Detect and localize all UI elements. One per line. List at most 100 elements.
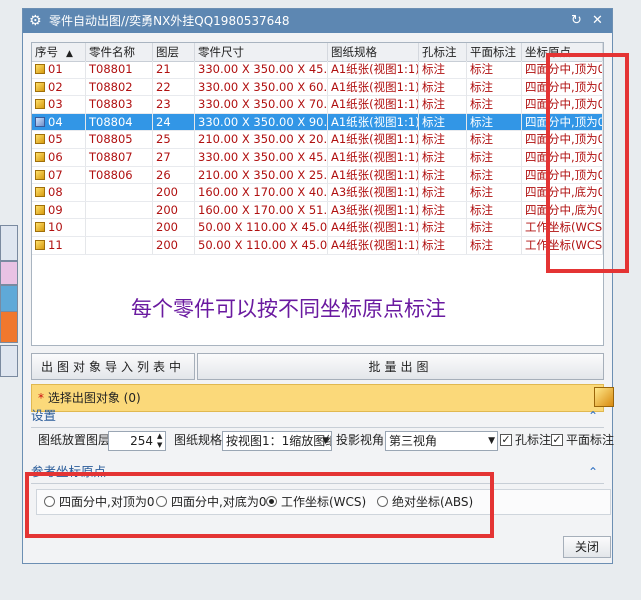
table-row[interactable]: 03 T08803 23 330.00 X 350.00 X 70.00 A1纸张(视图… bbox=[32, 96, 603, 114]
background-part-block bbox=[0, 261, 18, 285]
sort-ascending-icon[interactable]: ▲ bbox=[66, 49, 73, 59]
column-header-label: 图层 bbox=[156, 45, 179, 59]
settings-section-header[interactable]: 设置 ⌃ bbox=[31, 406, 604, 426]
table-cell: 02 bbox=[32, 78, 86, 96]
table-cell: 10 bbox=[32, 219, 86, 237]
cell-text: 标注 bbox=[422, 79, 445, 94]
table-cell: 200 bbox=[153, 237, 195, 254]
table-cell: 标注 bbox=[467, 61, 522, 78]
table-row[interactable]: 06 T08807 27 330.00 X 350.00 X 45.00 A1纸张(视图… bbox=[32, 149, 603, 167]
chevron-down-icon: ▼ bbox=[322, 436, 329, 446]
table-cell: 标注 bbox=[467, 237, 522, 254]
table-cell: T08806 bbox=[86, 166, 153, 184]
cell-text: A4纸张(视图1:1) bbox=[331, 220, 419, 235]
part-cube-icon bbox=[35, 81, 45, 92]
cell-text: A3纸张(视图1:1) bbox=[331, 202, 419, 217]
projection-dropdown-value: 第三视角 bbox=[389, 434, 438, 448]
table-cell: 22 bbox=[153, 78, 195, 96]
chevron-up-icon[interactable]: ⌃ bbox=[588, 406, 598, 426]
hole-annotation-checkbox[interactable]: ✓ bbox=[500, 434, 512, 446]
spec-label: 图纸规格 bbox=[174, 433, 223, 447]
cube-select-icon[interactable] bbox=[594, 387, 614, 407]
background-part-block bbox=[0, 285, 18, 313]
table-row[interactable]: 05 T08805 25 210.00 X 350.00 X 20.00 A1纸张(视图… bbox=[32, 131, 603, 149]
table-cell: 标注 bbox=[467, 131, 522, 149]
cell-text: 标注 bbox=[470, 114, 493, 129]
table-row[interactable]: 11 200 50.00 X 110.00 X 45.00 A4纸张(视图1:1) 标注… bbox=[32, 237, 603, 255]
close-icon[interactable]: ✕ bbox=[592, 12, 603, 30]
table-cell: T08801 bbox=[86, 61, 153, 78]
required-star: * bbox=[38, 391, 44, 405]
cell-text: 200 bbox=[156, 238, 178, 252]
cell-text: 330.00 X 350.00 X 45.00 bbox=[198, 62, 328, 76]
spinner-arrows-icon[interactable]: ▲ ▼ bbox=[157, 432, 162, 450]
column-header[interactable]: 图层 bbox=[153, 43, 195, 61]
table-cell: 210.00 X 350.00 X 25.00 bbox=[195, 166, 328, 184]
table-row[interactable]: 10 200 50.00 X 110.00 X 45.00 A4纸张(视图1:1) 标注… bbox=[32, 219, 603, 237]
batch-drawing-button[interactable]: 批量出图 bbox=[197, 353, 604, 380]
cell-text: 标注 bbox=[470, 150, 493, 164]
plane-annotation-checkbox[interactable]: ✓ bbox=[551, 434, 563, 446]
cell-text: 标注 bbox=[422, 202, 445, 217]
reset-icon[interactable]: ↻ bbox=[571, 12, 582, 30]
table-cell: 标注 bbox=[419, 96, 467, 114]
table-row[interactable]: 07 T08806 26 210.00 X 350.00 X 25.00 A1纸张(视图… bbox=[32, 166, 603, 185]
cell-text: A1纸张(视图1:1) bbox=[331, 132, 419, 147]
part-cube-icon bbox=[35, 116, 45, 127]
table-cell: 160.00 X 170.00 X 51.00 bbox=[195, 201, 328, 219]
column-header[interactable]: 零件尺寸 bbox=[195, 43, 328, 61]
import-list-button[interactable]: 出图对象导入列表中 bbox=[31, 353, 195, 380]
column-header-label: 序号 bbox=[35, 45, 58, 59]
table-cell: 50.00 X 110.00 X 45.00 bbox=[195, 219, 328, 237]
cell-text: 标注 bbox=[470, 202, 493, 217]
cell-text: 200 bbox=[156, 220, 178, 235]
cell-text: T08805 bbox=[89, 132, 133, 147]
table-cell: A1纸张(视图1:1) bbox=[328, 61, 419, 78]
table-cell: A1纸张(视图1:1) bbox=[328, 78, 419, 96]
column-header[interactable]: 图纸规格 bbox=[328, 43, 419, 61]
spec-dropdown[interactable]: 按视图1：1缩放图纸 ▼ bbox=[222, 431, 332, 451]
table-row[interactable]: 08 200 160.00 X 170.00 X 40.93 A3纸张(视图1:1) 标… bbox=[32, 184, 603, 202]
projection-dropdown[interactable]: 第三视角 ▼ bbox=[385, 431, 498, 451]
cell-text: T08804 bbox=[89, 114, 133, 129]
table-cell: 标注 bbox=[419, 61, 467, 78]
table-cell: 标注 bbox=[419, 113, 467, 131]
table-cell: 24 bbox=[153, 113, 195, 131]
column-header[interactable]: 序号 ▲ bbox=[32, 43, 86, 61]
table-cell: 标注 bbox=[467, 201, 522, 219]
cell-text: 210.00 X 350.00 X 20.00 bbox=[198, 132, 328, 147]
gear-icon: ⚙ bbox=[29, 13, 42, 29]
table-row[interactable]: 01 T08801 21 330.00 X 350.00 X 45.00 A1纸张(视图… bbox=[32, 61, 603, 79]
cell-text: T08803 bbox=[89, 97, 133, 112]
part-cube-icon bbox=[35, 187, 45, 198]
table-cell: 标注 bbox=[467, 219, 522, 237]
background-part-block bbox=[0, 311, 18, 343]
settings-header-label: 设置 bbox=[31, 408, 57, 423]
table-cell: 200 bbox=[153, 201, 195, 219]
cell-text: 标注 bbox=[422, 150, 445, 164]
column-header[interactable]: 零件名称 bbox=[86, 43, 153, 61]
cell-text: A1纸张(视图1:1) bbox=[331, 79, 419, 94]
chevron-up-icon[interactable]: ⌃ bbox=[588, 462, 598, 482]
table-header: 序号 ▲ 零件名称 图层 零件尺寸 图纸规格 孔标注 平面标注 坐标原点 bbox=[32, 43, 603, 62]
column-header[interactable]: 平面标注 bbox=[467, 43, 522, 61]
column-header[interactable]: 孔标注 bbox=[419, 43, 467, 61]
cell-text: 标注 bbox=[470, 185, 493, 200]
table-row[interactable]: 04 T08804 24 330.00 X 350.00 X 90.00 A1纸张(视图… bbox=[32, 113, 603, 132]
cell-text: 标注 bbox=[470, 79, 493, 94]
close-button[interactable]: 关闭 bbox=[563, 536, 611, 558]
part-cube-icon bbox=[35, 64, 45, 74]
cell-text: 06 bbox=[48, 150, 63, 164]
cell-text: 50.00 X 110.00 X 45.00 bbox=[198, 220, 328, 235]
part-cube-icon bbox=[35, 99, 45, 110]
part-cube-icon bbox=[35, 152, 45, 162]
cell-text: 200 bbox=[156, 185, 178, 200]
cell-text: 标注 bbox=[470, 238, 493, 252]
table-cell: 标注 bbox=[419, 149, 467, 166]
table-cell: A3纸张(视图1:1) bbox=[328, 201, 419, 219]
cell-text: 07 bbox=[48, 167, 63, 182]
table-cell: 200 bbox=[153, 184, 195, 202]
table-cell: 标注 bbox=[419, 131, 467, 149]
table-row[interactable]: 02 T08802 22 330.00 X 350.00 X 60.00 A1纸张(视图… bbox=[32, 78, 603, 97]
table-row[interactable]: 09 200 160.00 X 170.00 X 51.00 A3纸张(视图1:1) 标… bbox=[32, 201, 603, 220]
